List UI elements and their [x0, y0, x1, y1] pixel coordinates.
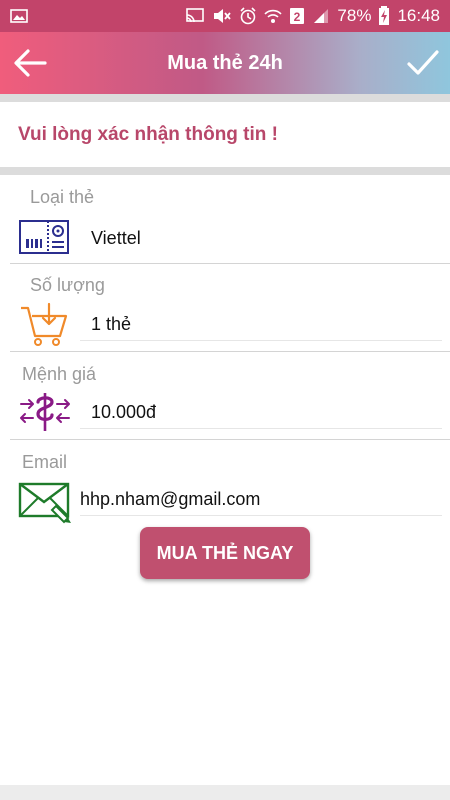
divider: [0, 94, 450, 102]
wifi-icon: [264, 8, 283, 24]
image-icon: [10, 9, 28, 23]
field-value-denomination[interactable]: 10.000đ: [91, 402, 156, 423]
clock: 16:48: [397, 6, 440, 25]
divider: [0, 167, 450, 175]
bottom-edge: [0, 785, 450, 800]
card-icon: [18, 217, 70, 261]
arrow-left-icon[interactable]: [12, 46, 48, 80]
svg-text:2: 2: [294, 10, 301, 24]
field-value-card-type[interactable]: Viettel: [91, 228, 141, 249]
field-card-type: Loại thẻ Viettel: [0, 175, 450, 263]
input-underline: [80, 428, 442, 429]
app-bar: Mua thẻ 24h: [0, 32, 450, 94]
input-underline: [80, 340, 442, 341]
alarm-icon: [239, 7, 257, 25]
field-denomination: Mệnh giá 10.000đ: [0, 352, 450, 439]
confirm-notice: Vui lòng xác nhận thông tin !: [18, 124, 278, 145]
cast-icon: [185, 8, 205, 24]
field-label: Loại thẻ: [30, 187, 95, 207]
field-email: Email hhp.nham@gmail.com: [0, 440, 450, 530]
field-label: Email: [22, 452, 68, 472]
battery-percent: 78%: [337, 6, 372, 25]
field-label: Mệnh giá: [22, 364, 97, 384]
check-icon[interactable]: [406, 46, 440, 80]
field-quantity: Số lượng 1 thẻ: [0, 264, 450, 351]
field-label: Số lượng: [30, 275, 105, 295]
sim-badge: 2: [289, 7, 305, 25]
page-title: Mua thẻ 24h: [167, 51, 283, 74]
signal-icon: [312, 8, 330, 24]
battery-charging-icon: [378, 6, 390, 26]
input-underline: [80, 515, 442, 516]
buy-now-button[interactable]: MUA THẺ NGAY: [140, 527, 310, 579]
status-bar: 2 78% 16:48: [0, 0, 450, 32]
mute-icon: [212, 7, 232, 25]
email-field[interactable]: hhp.nham@gmail.com: [80, 489, 260, 510]
field-value-quantity[interactable]: 1 thẻ: [91, 314, 131, 335]
dollar-exchange-icon: [18, 390, 70, 434]
cart-icon: [18, 302, 70, 346]
email-icon: [18, 480, 71, 524]
